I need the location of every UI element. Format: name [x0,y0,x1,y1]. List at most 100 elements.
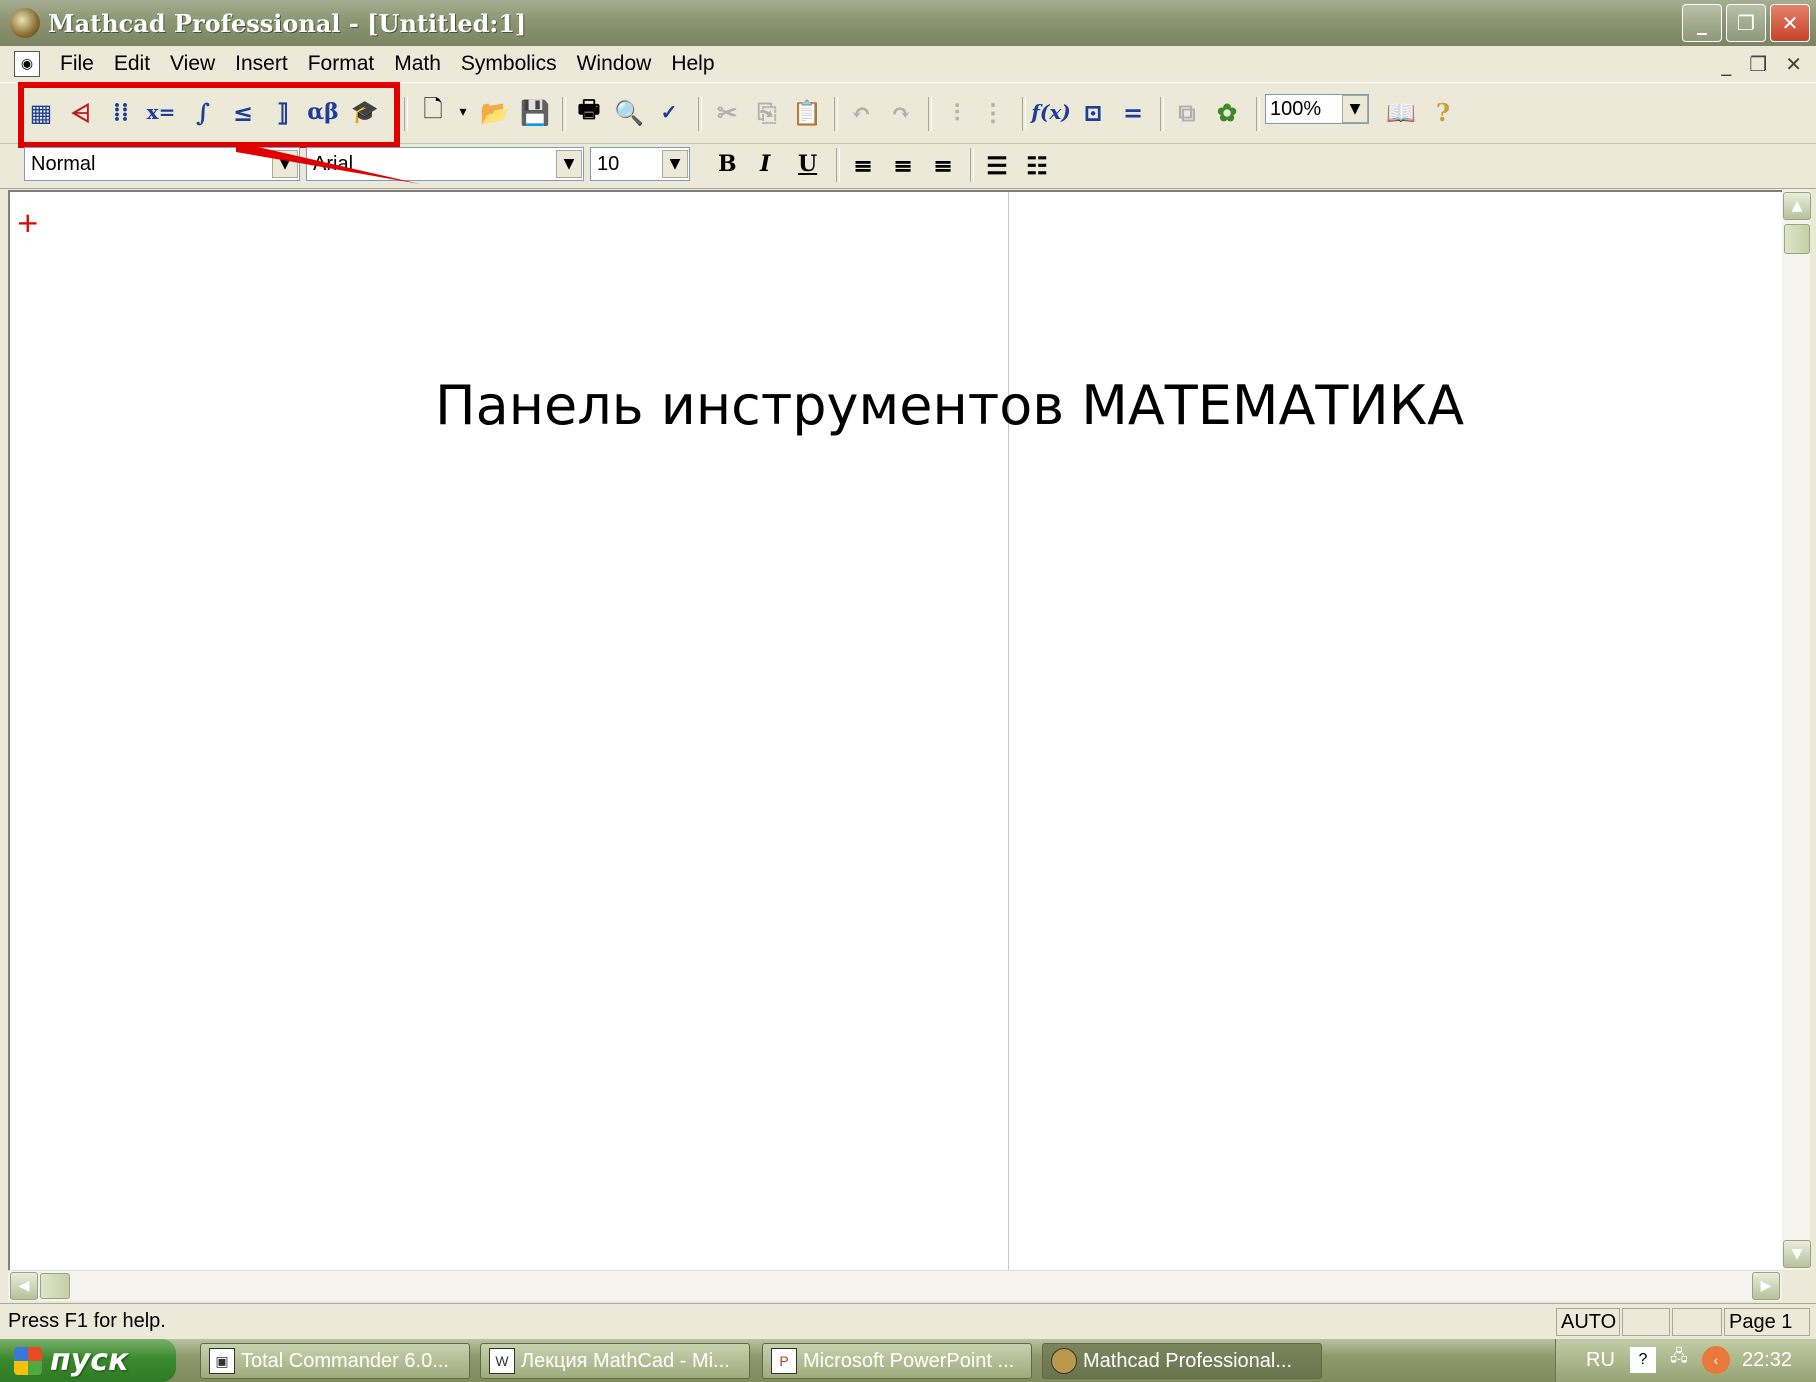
status-help-text: Press F1 for help. [8,1310,166,1332]
align-across-icon[interactable]: ⫶ [942,97,972,127]
print-icon[interactable]: 🖶 [574,94,604,127]
toolbar-separator [698,97,702,131]
windows-logo-icon [14,1346,42,1375]
toolbar-separator [970,148,974,182]
insert-unit-icon[interactable]: ⊡ [1078,97,1108,127]
start-button[interactable]: пуск [0,1339,176,1382]
align-left-icon[interactable]: ≡ [848,150,878,180]
task-word-document[interactable]: W Лекция MathCad - Mi... [480,1343,750,1379]
window-title: Mathcad Professional - [Untitled:1] [48,8,527,38]
toolbar-separator [834,97,838,131]
status-bar: Press F1 for help. AUTO Page 1 [0,1303,1816,1340]
doc-restore-button[interactable]: ❐ [1749,52,1767,76]
new-document-icon[interactable]: 🗋 [418,95,448,127]
language-indicator[interactable]: RU [1586,1349,1615,1372]
task-label: Microsoft PowerPoint ... [803,1349,1015,1372]
resource-book-icon[interactable]: 📖 [1386,97,1416,127]
menu-math[interactable]: Math [394,52,441,76]
toolbar-separator [836,148,840,182]
spell-check-icon[interactable]: ✓ [654,97,684,127]
tray-expand-icon[interactable]: ‹ [1702,1346,1730,1374]
doc-close-button[interactable]: ✕ [1785,52,1802,76]
status-mode: AUTO [1556,1308,1620,1336]
insert-component-icon[interactable]: ⧉ [1172,97,1202,127]
paste-icon[interactable]: 📋 [792,97,822,127]
bold-button[interactable]: B [718,151,737,177]
save-icon[interactable]: 💾 [520,97,550,127]
resource-center-icon[interactable]: ✿ [1212,97,1242,127]
document-menu-icon[interactable]: ◉ [14,51,40,77]
menu-insert[interactable]: Insert [235,52,288,76]
scroll-right-icon[interactable]: ▶ [1752,1272,1780,1300]
vertical-scroll-thumb[interactable] [1784,224,1810,254]
menu-help[interactable]: Help [671,52,714,76]
taskbar: пуск ▣ Total Commander 6.0... W Лекция M… [0,1339,1816,1382]
task-mathcad[interactable]: Mathcad Professional... [1042,1343,1322,1379]
menu-format[interactable]: Format [308,52,375,76]
scroll-up-icon[interactable]: ▲ [1783,192,1811,220]
task-total-commander[interactable]: ▣ Total Commander 6.0... [200,1343,470,1379]
horizontal-scrollbar[interactable]: ◀ ▶ [8,1270,1782,1301]
toolbar-separator [928,97,932,131]
font-size-dropdown-icon[interactable]: ▼ [662,150,688,178]
open-folder-icon[interactable]: 📂 [480,97,510,127]
menu-symbolics[interactable]: Symbolics [461,52,557,76]
font-dropdown-icon[interactable]: ▼ [556,150,582,178]
title-bar[interactable]: Mathcad Professional - [Untitled:1] _ ❐ … [0,0,1816,46]
clock: 22:32 [1742,1349,1793,1371]
help-tray-icon[interactable]: ? [1630,1347,1656,1373]
align-down-icon[interactable]: ⋮ [978,97,1008,127]
toolbar-separator [1022,97,1026,131]
doc-minimize-button[interactable]: _ [1721,52,1731,76]
mathcad-icon [1051,1348,1077,1374]
menu-view[interactable]: View [170,52,215,76]
mathcad-app-icon[interactable] [10,8,40,38]
task-powerpoint[interactable]: P Microsoft PowerPoint ... [762,1343,1032,1379]
align-center-icon[interactable]: ≡ [888,150,918,180]
font-select[interactable]: Arial [306,147,584,181]
scroll-down-icon[interactable]: ▼ [1783,1240,1811,1268]
status-empty-2 [1672,1308,1722,1336]
cut-icon[interactable]: ✂ [712,97,742,127]
mathcad-window: Mathcad Professional - [Untitled:1] _ ❐ … [0,0,1816,1382]
vertical-scrollbar[interactable]: ▲ ▼ [1782,190,1811,1270]
crosshair-cursor: + [16,206,40,239]
toolbar-separator [562,97,566,131]
insert-function-icon[interactable]: f(x) [1031,97,1070,127]
start-label: пуск [50,1343,129,1378]
task-label: Total Commander 6.0... [241,1349,449,1372]
close-button[interactable]: ✕ [1770,4,1810,42]
window-controls: _ ❐ ✕ [1682,4,1810,42]
new-dropdown-icon[interactable]: ▾ [448,97,478,127]
word-icon: W [489,1348,515,1374]
align-right-icon[interactable]: ≡ [928,150,958,180]
minimize-button[interactable]: _ [1682,4,1722,42]
network-tray-icon[interactable]: 🖧 [1670,1345,1688,1372]
annotation-caption: Панель инструментов МАТЕМАТИКА [435,374,1465,437]
menu-edit[interactable]: Edit [114,52,150,76]
menu-file[interactable]: File [60,52,94,76]
redo-icon[interactable]: ↷ [886,97,916,127]
help-icon[interactable]: ? [1428,97,1458,127]
page-boundary-line [1008,192,1009,1270]
bullets-icon[interactable]: ☰ [982,150,1012,180]
toolbar-separator [404,97,408,131]
scroll-left-icon[interactable]: ◀ [10,1272,38,1300]
style-dropdown-icon[interactable]: ▼ [272,150,298,178]
copy-icon[interactable]: ⎘ [752,97,782,127]
task-label: Mathcad Professional... [1083,1349,1292,1372]
numbering-icon[interactable]: ☷ [1022,150,1052,180]
zoom-dropdown-icon[interactable]: ▼ [1342,95,1368,123]
math-toolbar-highlight [18,82,400,148]
status-page: Page 1 [1724,1308,1810,1336]
italic-button[interactable]: I [760,151,770,177]
print-preview-icon[interactable]: 🔍 [614,97,644,127]
style-select[interactable]: Normal [24,147,300,181]
calculate-icon[interactable]: = [1118,97,1148,127]
underline-button[interactable]: U [798,151,817,177]
worksheet-area[interactable]: + Панель инструментов МАТЕМАТИКА [8,190,1782,1270]
menu-window[interactable]: Window [577,52,652,76]
horizontal-scroll-thumb[interactable] [40,1273,70,1299]
restore-button[interactable]: ❐ [1726,4,1766,42]
undo-icon[interactable]: ↶ [846,97,876,127]
